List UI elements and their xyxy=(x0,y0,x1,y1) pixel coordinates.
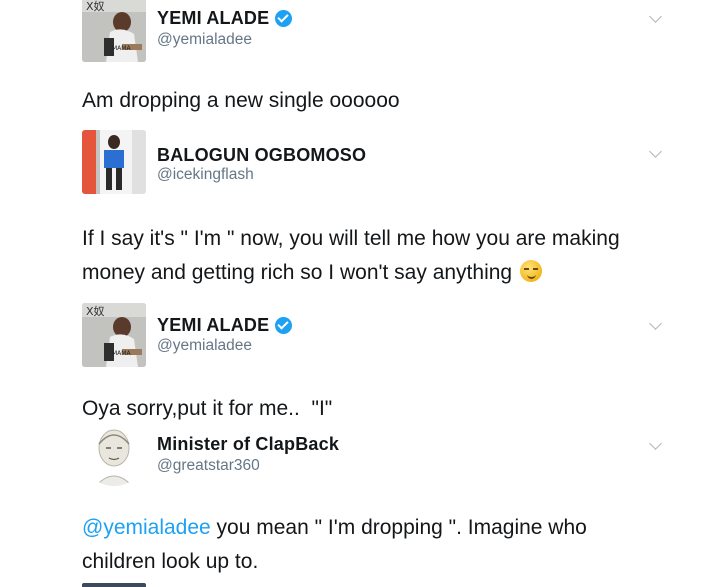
display-name[interactable]: YEMI ALADE xyxy=(157,315,269,336)
user-handle[interactable]: @icekingflash xyxy=(157,166,254,184)
chevron-down-icon[interactable] xyxy=(649,145,662,158)
album-cover-image: X奴 MAMA xyxy=(82,0,146,62)
avatar[interactable] xyxy=(82,130,146,194)
chevron-down-icon[interactable] xyxy=(649,10,662,23)
album-cover-image: X奴 MAMA xyxy=(82,303,146,367)
sketch-portrait-image xyxy=(82,422,146,486)
chevron-down-icon[interactable] xyxy=(649,317,662,330)
tweet-text: @yemialadee you mean " I'm dropping ". I… xyxy=(82,511,642,579)
svg-text:X奴: X奴 xyxy=(86,304,105,318)
user-handle[interactable]: @yemialadee xyxy=(157,31,252,49)
avatar[interactable]: X奴 MAMA xyxy=(82,0,146,62)
verified-badge-icon xyxy=(275,10,293,27)
user-handle[interactable]: @yemialadee xyxy=(157,337,252,355)
svg-text:X奴: X奴 xyxy=(86,0,105,13)
avatar[interactable]: X奴 MAMA xyxy=(82,303,146,367)
tweet-text: Oya sorry,put it for me.. "I" xyxy=(82,397,333,420)
avatar[interactable] xyxy=(82,422,146,486)
display-name[interactable]: BALOGUN OGBOMOSO xyxy=(157,145,366,166)
next-tweet-avatar-edge xyxy=(82,583,146,587)
profile-photo-image xyxy=(82,130,146,194)
verified-badge-icon xyxy=(275,317,293,334)
tweet-text: If I say it's " I'm " now, you will tell… xyxy=(82,222,672,290)
svg-text:MAMA: MAMA xyxy=(112,45,131,52)
chevron-down-icon[interactable] xyxy=(649,437,662,450)
svg-text:MAMA: MAMA xyxy=(112,350,131,357)
display-name[interactable]: Minister of ClapBack xyxy=(157,434,339,455)
display-name[interactable]: YEMI ALADE xyxy=(157,8,269,29)
smirk-emoji-icon xyxy=(519,260,542,282)
user-handle[interactable]: @greatstar360 xyxy=(157,457,260,475)
tweet-text: Am dropping a new single oooooo xyxy=(82,89,400,112)
mention-link[interactable]: @yemialadee xyxy=(82,516,211,539)
